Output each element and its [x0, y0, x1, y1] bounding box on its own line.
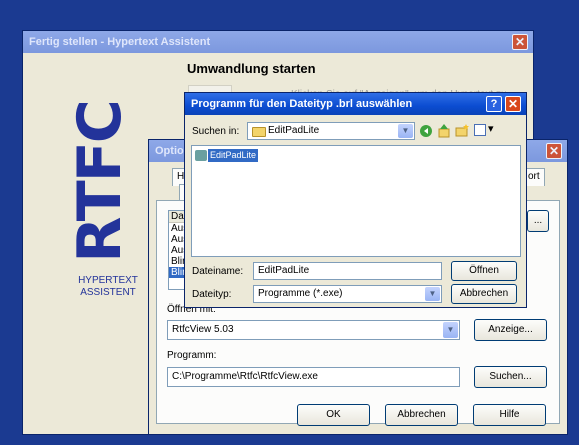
up-folder-icon[interactable]: [437, 123, 451, 138]
lookin-label: Suchen in:: [192, 126, 240, 137]
assistant-heading: Umwandlung starten: [187, 61, 316, 76]
brand-line1: HYPERTEXT: [78, 275, 138, 286]
rtfc-logo: RTFC: [45, 97, 155, 267]
options-close-button[interactable]: ✕: [546, 143, 562, 159]
filetype-select[interactable]: Programme (*.exe) ▼: [253, 285, 442, 303]
folder-icon: [252, 127, 266, 137]
ok-button[interactable]: OK: [297, 404, 370, 426]
browse-side-button[interactable]: ...: [527, 210, 549, 232]
viewer-select[interactable]: RtfcView 5.03 ▼: [167, 320, 460, 340]
file-dialog-titlebar: Programm für den Dateityp .brl auswählen: [185, 93, 526, 115]
show-button[interactable]: Anzeige...: [474, 319, 547, 341]
lookin-chevron-icon[interactable]: ▼: [398, 124, 413, 138]
file-dialog: Programm für den Dateityp .brl auswählen…: [184, 92, 527, 308]
filename-label: Dateiname:: [192, 266, 244, 277]
brand-line2: ASSISTENT: [80, 287, 136, 298]
search-button[interactable]: Suchen...: [474, 366, 547, 388]
file-dialog-title: Programm für den Dateityp .brl auswählen: [191, 98, 413, 110]
dialog-cancel-button[interactable]: Abbrechen: [451, 284, 517, 304]
open-button[interactable]: Öffnen: [451, 261, 517, 281]
lookin-select[interactable]: EditPadLite ▼: [247, 122, 415, 140]
filetype-value: Programme (*.exe): [258, 288, 343, 299]
back-icon[interactable]: [419, 124, 433, 138]
assistant-titlebar: Fertig stellen - Hypertext Assistent: [23, 31, 533, 53]
view-menu-icon[interactable]: ▾: [474, 123, 498, 137]
program-field[interactable]: C:\Programme\Rtfc\RtfcView.exe: [167, 367, 460, 387]
filename-field[interactable]: EditPadLite: [253, 262, 442, 280]
view-menu-caret: ▾: [488, 123, 494, 135]
help-icon[interactable]: ?: [486, 96, 502, 112]
program-icon: [195, 150, 207, 161]
filetype-label: Dateityp:: [192, 289, 232, 300]
rtfc-logo-text: RTFC: [65, 101, 135, 263]
help-button[interactable]: Hilfe: [473, 404, 546, 426]
chevron-down-icon[interactable]: ▼: [443, 322, 458, 338]
assistant-close-button[interactable]: ✕: [512, 34, 528, 50]
assistant-title: Fertig stellen - Hypertext Assistent: [29, 36, 211, 48]
filetype-chevron-icon[interactable]: ▼: [425, 287, 440, 301]
program-label: Programm:: [167, 350, 217, 361]
file-item-label: EditPadLite: [208, 149, 259, 162]
file-dialog-close-button[interactable]: ✕: [505, 96, 521, 112]
cancel-button[interactable]: Abbrechen: [385, 404, 458, 426]
viewer-select-value: RtfcView 5.03: [172, 324, 234, 335]
lookin-value: EditPadLite: [268, 125, 320, 136]
file-list[interactable]: EditPadLite: [191, 145, 521, 257]
new-folder-icon[interactable]: [455, 123, 470, 138]
